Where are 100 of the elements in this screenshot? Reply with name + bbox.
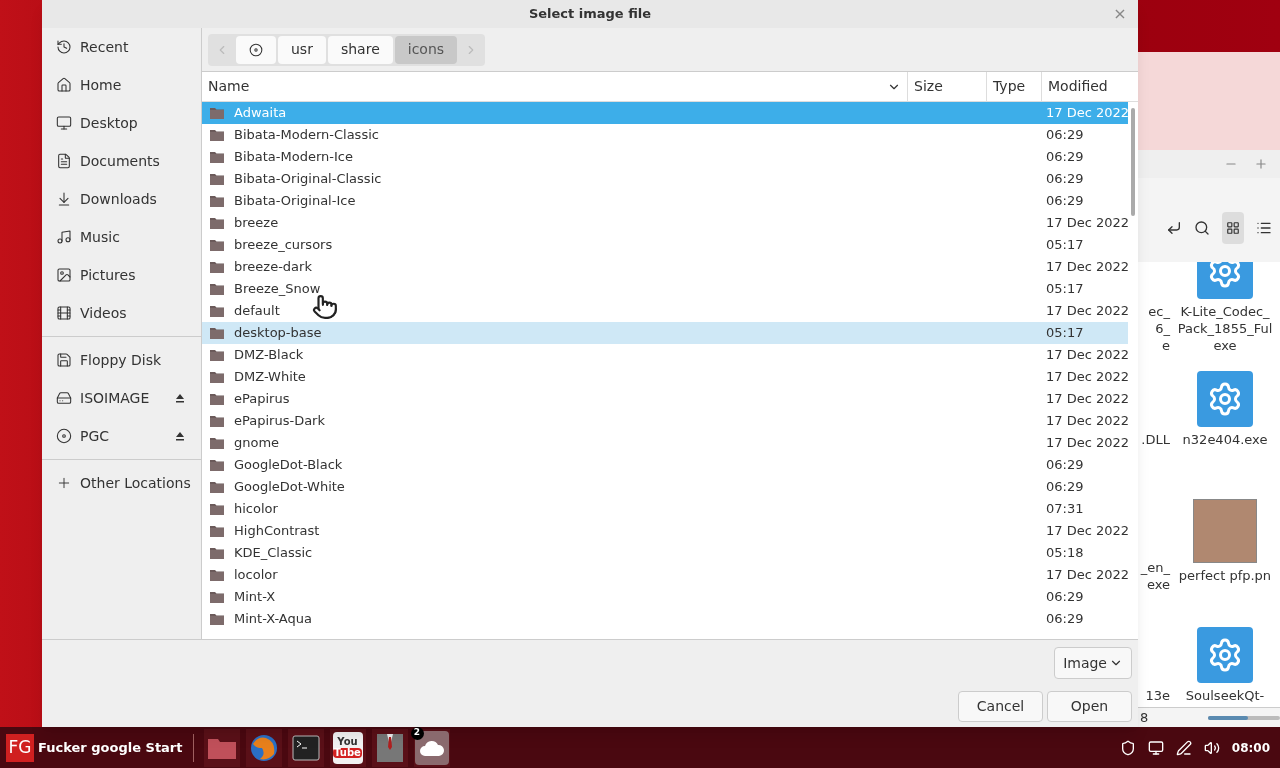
file-type-dropdown[interactable]: Image — [1054, 647, 1132, 679]
file-label[interactable]: ec_ 6_ e — [1148, 303, 1170, 354]
column-header[interactable]: Type — [987, 72, 1042, 101]
file-row[interactable]: Bibata-Original-Classic 06:29 — [202, 168, 1128, 190]
file-row[interactable]: KDE_Classic 05:18 — [202, 542, 1128, 564]
path-segment[interactable]: usr — [278, 35, 326, 64]
file-row[interactable]: gnome 17 Dec 2022 — [202, 432, 1128, 454]
file-row[interactable]: breeze 17 Dec 2022 — [202, 212, 1128, 234]
list-view-icon[interactable] — [1256, 220, 1272, 236]
sidebar-item[interactable]: Recent — [42, 28, 201, 66]
sidebar-item[interactable]: PGC — [42, 425, 110, 447]
sidebar-item[interactable]: ISOIMAGE — [42, 387, 150, 409]
file-row[interactable]: breeze-dark 17 Dec 2022 — [202, 256, 1128, 278]
file-label[interactable]: n32e404.exe — [1182, 431, 1268, 448]
sidebar-item[interactable]: Other Locations — [42, 464, 201, 502]
column-label: Modified — [1048, 77, 1108, 96]
file-row[interactable]: breeze_cursors 05:17 — [202, 234, 1128, 256]
file-name: DMZ-White — [234, 368, 306, 387]
file-name: breeze_cursors — [234, 236, 333, 255]
file-name: hicolor — [234, 500, 278, 519]
file-label[interactable]: perfect pfp.pn — [1178, 567, 1272, 584]
sidebar-item[interactable]: Floppy Disk — [42, 349, 162, 371]
file-label[interactable]: K-Lite_Codec_ Pack_1855_Ful exe — [1177, 303, 1273, 354]
folder-icon — [209, 282, 225, 296]
file-row[interactable]: ePapirus 17 Dec 2022 — [202, 388, 1128, 410]
start-button[interactable]: FG Fucker google Start — [6, 733, 183, 762]
file-name: HighContrast — [234, 522, 320, 541]
file-row[interactable]: Mint-X 06:29 — [202, 586, 1128, 608]
column-header[interactable]: Name — [202, 72, 908, 101]
folder-icon — [209, 128, 225, 142]
file-row[interactable]: Bibata-Modern-Classic 06:29 — [202, 124, 1128, 146]
drive-icon — [56, 390, 72, 406]
scrollbar-thumb[interactable] — [1131, 108, 1135, 216]
video-app-icon[interactable]: You Tube — [332, 731, 363, 764]
file-row[interactable]: DMZ-White 17 Dec 2022 — [202, 366, 1128, 388]
file-label[interactable]: _en_ exe — [1140, 559, 1170, 593]
folder-icon — [209, 348, 225, 362]
file-row[interactable]: DMZ-Black 17 Dec 2022 — [202, 344, 1128, 366]
folder-icon — [209, 458, 225, 472]
column-header[interactable]: Modified — [1042, 72, 1138, 101]
file-row[interactable]: Bibata-Modern-Ice 06:29 — [202, 146, 1128, 168]
dialog-button[interactable]: Cancel — [958, 691, 1043, 722]
path-segment[interactable]: icons — [394, 35, 458, 64]
hand-cursor-icon — [312, 294, 338, 320]
folder-icon — [209, 194, 225, 208]
eject-icon[interactable] — [175, 431, 185, 441]
file-row[interactable]: Mint-X-Aqua 06:29 — [202, 608, 1128, 630]
modified-cell-text: 17 Dec 2022 — [1045, 390, 1130, 409]
file-row[interactable]: default 17 Dec 2022 — [202, 300, 1128, 322]
grid-view-button[interactable] — [1222, 212, 1244, 244]
column-label: Name — [208, 77, 250, 96]
zoom-slider-track[interactable] — [1208, 715, 1280, 720]
return-icon[interactable] — [1166, 220, 1182, 236]
file-row[interactable]: locolor 17 Dec 2022 — [202, 564, 1128, 586]
path-segment[interactable]: share — [327, 35, 393, 64]
file-row[interactable]: Breeze_Snow 05:17 — [202, 278, 1128, 300]
eject-icon[interactable] — [175, 393, 185, 403]
modified-cell-text: 17 Dec 2022 — [1045, 302, 1130, 321]
file-label[interactable]: 13e — [1145, 687, 1170, 704]
sidebar-item[interactable]: Desktop — [42, 104, 201, 142]
file-name: Adwaita — [234, 104, 287, 123]
file-row[interactable]: desktop-base 05:17 — [202, 322, 1128, 344]
plus-icon — [56, 475, 72, 491]
column-header[interactable]: Size — [908, 72, 987, 101]
modified-cell-text: 17 Dec 2022 — [1045, 434, 1130, 453]
file-row[interactable]: GoogleDot-White 06:29 — [202, 476, 1128, 498]
file-name: Bibata-Modern-Classic — [234, 126, 379, 145]
file-row[interactable]: Bibata-Original-Ice 06:29 — [202, 190, 1128, 212]
modified-cell-text: 06:29 — [1045, 192, 1084, 211]
sidebar-item[interactable]: Downloads — [42, 180, 201, 218]
search-icon[interactable] — [1194, 220, 1210, 236]
sidebar-item[interactable]: Pictures — [42, 256, 201, 294]
sidebar-item[interactable]: Home — [42, 66, 201, 104]
file-label[interactable]: SoulseekQt- — [1185, 687, 1265, 704]
sidebar-item[interactable]: Videos — [42, 294, 201, 332]
modified-cell-text: 17 Dec 2022 — [1045, 566, 1130, 585]
folder-icon — [209, 370, 225, 384]
dialog-button[interactable]: Open — [1047, 691, 1132, 722]
modified-cell-text: 06:29 — [1045, 148, 1084, 167]
pen-icon[interactable] — [1175, 739, 1192, 756]
sidebar-item[interactable]: Documents — [42, 142, 201, 180]
folder-icon — [209, 216, 225, 230]
file-name: GoogleDot-Black — [234, 456, 343, 475]
status-text: 8 — [1140, 708, 1149, 727]
file-row[interactable]: GoogleDot-Black 06:29 — [202, 454, 1128, 476]
modified-cell-text: 05:17 — [1045, 324, 1084, 343]
file-row[interactable]: hicolor 07:31 — [202, 498, 1128, 520]
folder-icon — [209, 106, 225, 120]
modified-cell-text: 05:18 — [1045, 544, 1084, 563]
clock[interactable]: 08:00 — [1231, 738, 1270, 757]
display-icon[interactable] — [1147, 739, 1164, 756]
root-path-button[interactable] — [236, 35, 276, 64]
sidebar-item[interactable]: Music — [42, 218, 201, 256]
volume-icon[interactable] — [1203, 739, 1220, 756]
file-row[interactable]: ePapirus-Dark 17 Dec 2022 — [202, 410, 1128, 432]
cloud-icon[interactable] — [414, 730, 449, 765]
modified-cell-text: 17 Dec 2022 — [1045, 522, 1130, 541]
file-label[interactable]: .DLL — [1141, 431, 1170, 448]
file-row[interactable]: HighContrast 17 Dec 2022 — [202, 520, 1128, 542]
shield-icon[interactable] — [1119, 739, 1136, 756]
